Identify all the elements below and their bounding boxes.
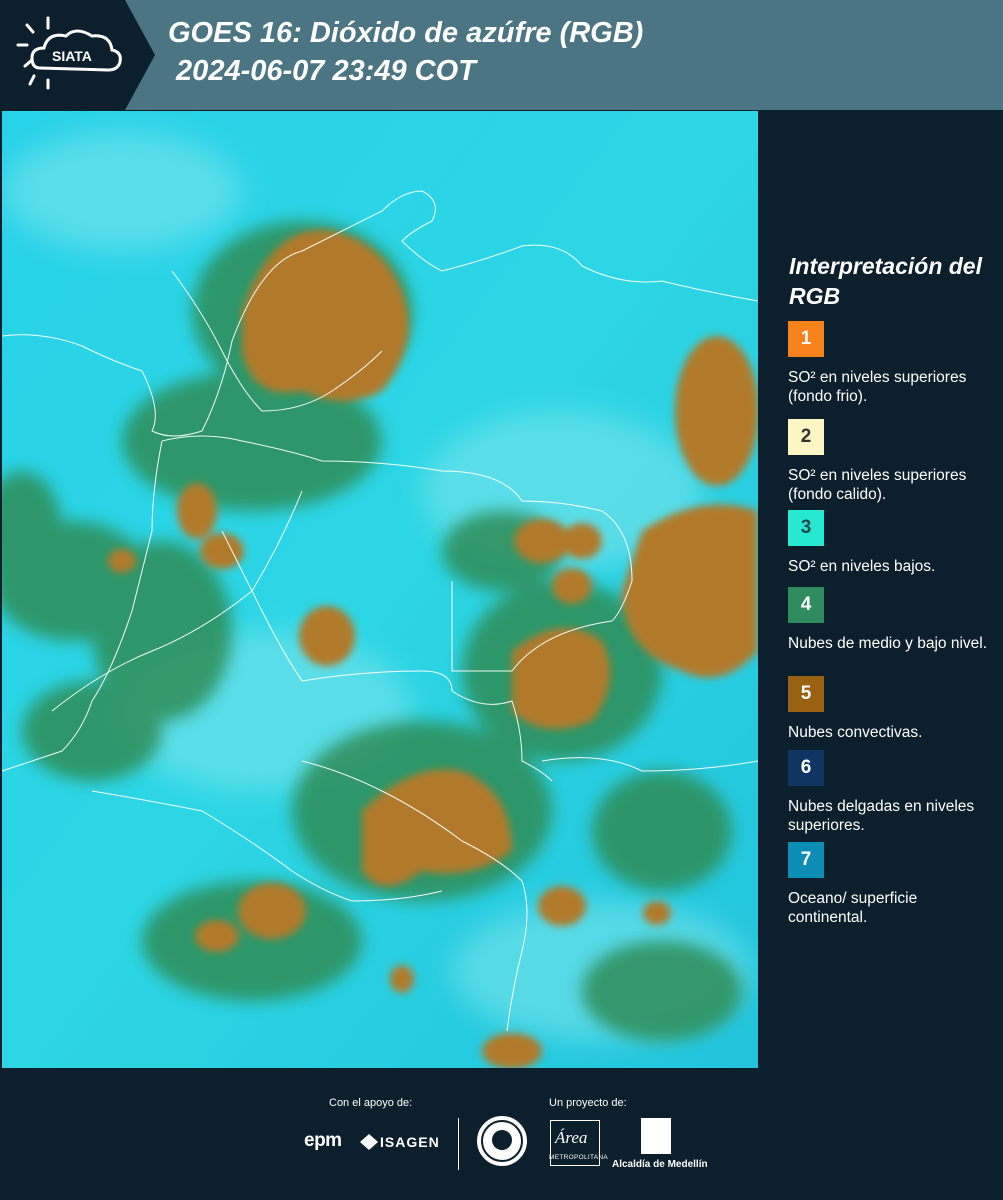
legend-item: 2 SO² en niveles superiores (fondo calid…	[788, 419, 993, 516]
alcaldia-shield-icon	[641, 1118, 671, 1154]
legend-item: 4 Nubes de medio y bajo nivel.	[788, 587, 993, 653]
legend-label: SO² en niveles bajos.	[788, 558, 936, 575]
legend-item: 7 Oceano/ superficie continental.	[788, 842, 993, 927]
project-label: Un proyecto de:	[549, 1097, 627, 1109]
legend-item: 3 SO² en niveles bajos.	[788, 510, 993, 576]
legend-label: Nubes convectivas.	[788, 724, 923, 741]
alcaldia-logo-text: Alcaldía de Medellín	[612, 1159, 708, 1170]
page-title: GOES 16: Dióxido de azúfre (RGB) 2024-06…	[168, 14, 643, 90]
legend-swatch: 7	[788, 842, 824, 878]
legend-swatch: 1	[788, 321, 824, 357]
footer: Con el apoyo de: Un proyecto de: epm ISA…	[0, 1068, 1003, 1200]
isagen-icon	[360, 1134, 378, 1150]
legend-swatch: 4	[788, 587, 824, 623]
legend-panel: Interpretación del RGB 1 SO² en niveles …	[760, 111, 1003, 1068]
legend-swatch: 3	[788, 510, 824, 546]
legend-label: SO² en niveles superiores (fondo frio).	[788, 369, 967, 405]
logo-tab: SIATA	[0, 0, 155, 110]
legend-item: 5 Nubes convectivas.	[788, 676, 993, 742]
legend-title: Interpretación del RGB	[789, 253, 982, 309]
satellite-image	[2, 111, 758, 1068]
legend-item: 6 Nubes delgadas en niveles superiores.	[788, 750, 993, 835]
title-line-1: GOES 16: Dióxido de azúfre (RGB)	[168, 17, 644, 49]
logo-text: SIATA	[52, 48, 92, 64]
support-label: Con el apoyo de:	[329, 1097, 413, 1109]
area-logo-subtext: METROPOLITANA	[549, 1154, 609, 1161]
legend-item: 1 SO² en niveles superiores (fondo frio)…	[788, 321, 993, 406]
legend-label: Nubes delgadas en niveles superiores.	[788, 798, 975, 834]
epm-logo: epm	[304, 1130, 342, 1151]
legend-label: Oceano/ superficie continental.	[788, 890, 918, 926]
title-line-2: 2024-06-07 23:49 COT	[168, 55, 476, 87]
area-logo-text: Área	[555, 1128, 588, 1147]
legend-swatch: 5	[788, 676, 824, 712]
legend-swatch: 6	[788, 750, 824, 786]
legend-swatch: 2	[788, 419, 824, 455]
satellite-map	[2, 111, 758, 1068]
isagen-logo: ISAGEN	[380, 1134, 440, 1150]
header: SIATA GOES 16: Dióxido de azúfre (RGB) 2…	[0, 0, 1003, 110]
siata-logo: SIATA	[0, 0, 155, 110]
footer-divider	[458, 1118, 459, 1170]
legend-label: Nubes de medio y bajo nivel.	[788, 635, 988, 652]
medellin-seal-icon	[477, 1116, 527, 1166]
legend-label: SO² en niveles superiores (fondo calido)…	[788, 467, 967, 503]
